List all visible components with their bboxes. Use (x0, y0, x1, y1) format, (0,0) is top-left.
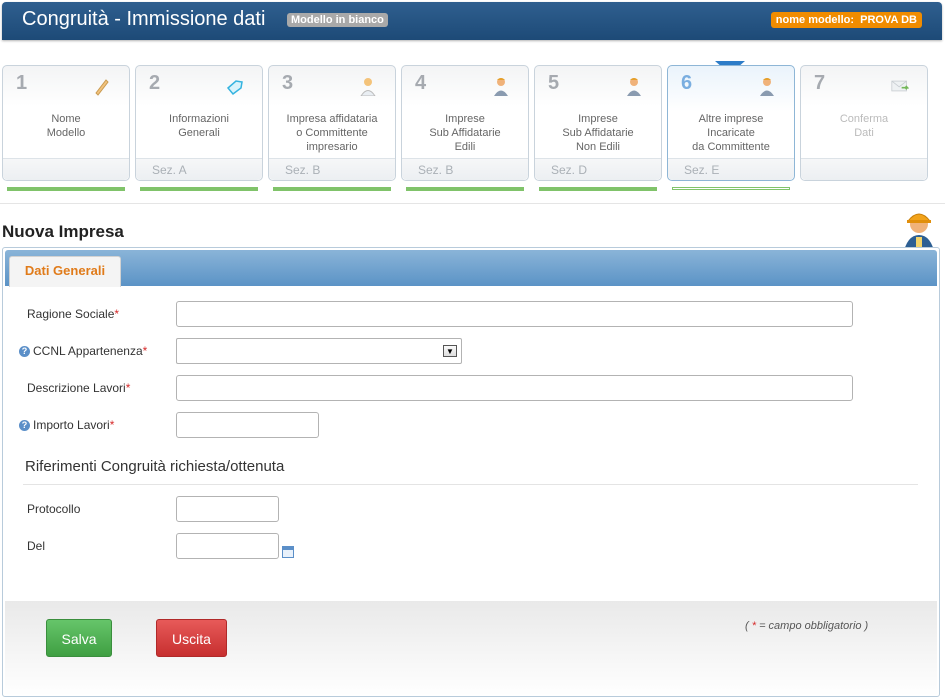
step-3[interactable]: 3 Impresa affidataria o Committente impr… (268, 65, 396, 181)
importo-lavori-input[interactable] (176, 412, 319, 438)
step-2-progress (140, 187, 258, 191)
tag-icon (226, 80, 243, 96)
descrizione-lavori-input[interactable] (176, 375, 853, 401)
exit-button[interactable]: Uscita (156, 619, 227, 657)
calendar-icon[interactable] (282, 546, 294, 558)
del-label: Del (27, 539, 46, 553)
divider (23, 484, 918, 485)
form-footer: Salva Uscita ( * = campo obbligatorio ) (5, 601, 937, 696)
worker-icon (627, 78, 641, 96)
pencil-icon (95, 79, 109, 96)
step-5-progress (539, 187, 657, 191)
step-5[interactable]: 5 Imprese Sub Affidatarie Non Edili Sez.… (534, 65, 662, 181)
step-4[interactable]: 4 Imprese Sub Affidatarie Edili Sez. B (401, 65, 529, 181)
ccnl-label: ? CCNL Appartenenza* (19, 344, 147, 358)
descrizione-lavori-label: Descrizione Lavori* (27, 381, 131, 395)
worker-icon (760, 78, 774, 96)
protocollo-label: Protocollo (27, 502, 81, 516)
del-date-input[interactable] (176, 533, 279, 559)
wizard-steps: 1 Nome Modello 2 Informazioni Generali S… (2, 61, 942, 200)
step-6-progress (672, 187, 790, 190)
divider (0, 203, 945, 204)
importo-lavori-label: ? Importo Lavori* (19, 418, 114, 432)
help-icon[interactable]: ? (19, 420, 30, 431)
step-6[interactable]: 6 Altre imprese Incaricate da Committent… (667, 65, 795, 181)
step-4-progress (406, 187, 524, 191)
page-title: Congruità - Immissione dati (22, 8, 266, 30)
protocollo-input[interactable] (176, 496, 279, 522)
step-7[interactable]: 7 Conferma Dati (800, 65, 928, 181)
help-icon[interactable]: ? (19, 346, 30, 357)
chevron-down-icon[interactable]: ▼ (443, 345, 457, 357)
step-1-progress (7, 187, 125, 191)
model-name-badge: nome modello: PROVA DB (770, 12, 922, 28)
ragione-sociale-label: Ragione Sociale* (27, 307, 120, 321)
ragione-sociale-input[interactable] (176, 301, 853, 327)
save-button[interactable]: Salva (46, 619, 112, 657)
ccnl-select[interactable]: ▼ (176, 338, 462, 364)
step-1[interactable]: 1 Nome Modello (2, 65, 130, 181)
riferimenti-title: Riferimenti Congruità richiesta/ottenuta (25, 458, 285, 475)
tab-bar: Dati Generali (5, 250, 937, 287)
section-title: Nuova Impresa (2, 222, 124, 241)
app-header: Congruità - Immissione dati Modello in b… (2, 2, 942, 40)
step-2[interactable]: 2 Informazioni Generali Sez. A (135, 65, 263, 181)
tab-dati-generali[interactable]: Dati Generali (9, 256, 121, 287)
worker-icon (494, 78, 508, 96)
person-icon (360, 78, 376, 96)
blank-model-badge: Modello in bianco (287, 13, 388, 27)
envelope-icon (891, 80, 909, 92)
required-note: ( * = campo obbligatorio ) (745, 620, 869, 632)
form-panel: Dati Generali Ragione Sociale* ? CCNL App… (2, 247, 940, 697)
step-3-progress (273, 187, 391, 191)
